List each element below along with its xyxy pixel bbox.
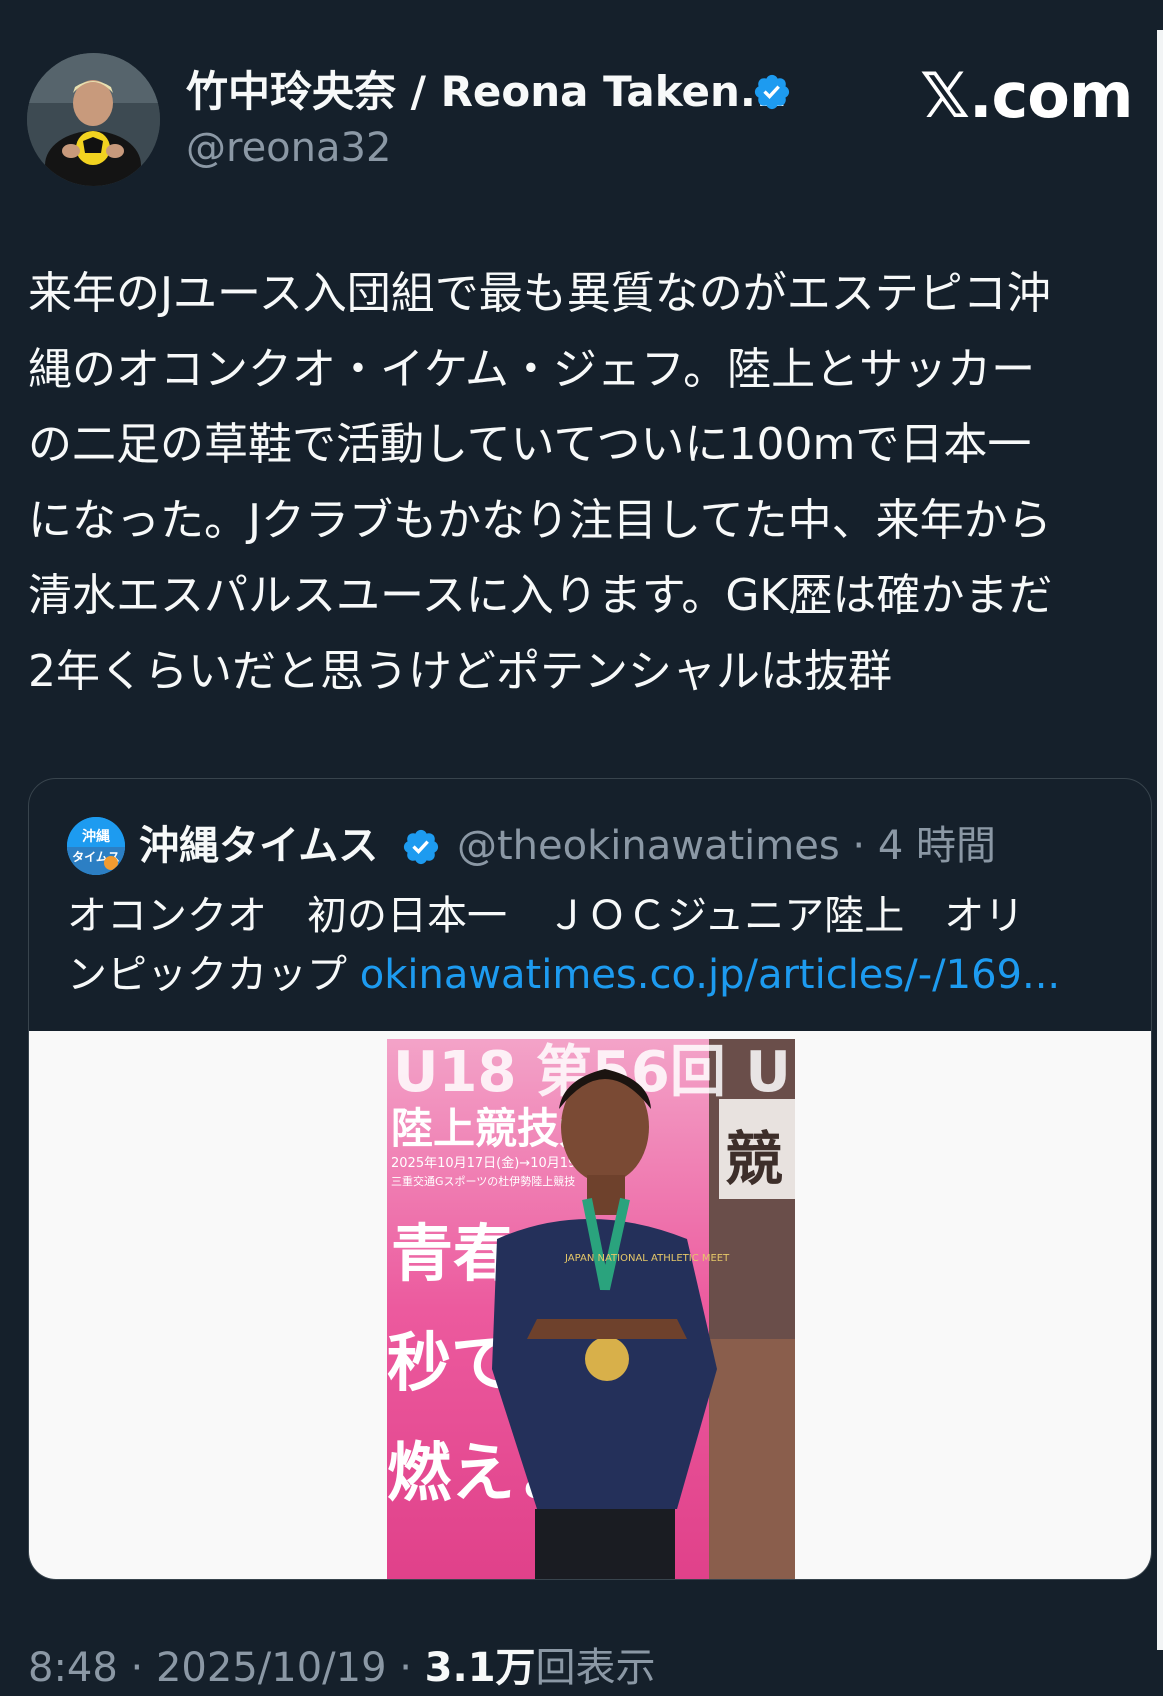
okinawa-times-logo: 沖縄 タイムス: [67, 817, 125, 875]
quote-author-handle-and-time[interactable]: @theokinawatimes · 4 時間: [457, 821, 996, 871]
athlete-photo[interactable]: U18 第56回 U16 陸上競技大会 2025年10月17日(金)→10月19…: [387, 1039, 795, 1579]
tweet-text-line: になった。Jクラブもかなり注目してた中、来年から: [28, 494, 1052, 546]
tweet-text-line: 来年のJユース入団組で最も異質なのがエステピコ沖: [28, 268, 1051, 319]
quote-text: オコンクオ 初の日本一 ＪＯＣジュニア陸上 オリ ンピックカップ okinawa…: [67, 887, 1127, 1005]
tweet-text-line: 縄のオコンクオ・イケム・ジェフ。陸上とサッカー: [28, 343, 1036, 395]
author-display-name[interactable]: 竹中玲央奈 / Reona Taken...: [186, 62, 788, 122]
tweet-text-line: の二足の草鞋で活動していてついに100mで日本一: [28, 419, 1032, 470]
author-handle[interactable]: @reona32: [186, 122, 391, 174]
poster-lettering: 三重交通Gスポーツの杜伊勢陸上競技: [391, 1174, 575, 1188]
tweet-timestamp[interactable]: 8:48 · 2025/10/19 ·: [28, 1645, 425, 1691]
verified-badge-icon: [403, 829, 439, 865]
views-count: 3.1万: [424, 1645, 536, 1691]
tweet-meta: 8:48 · 2025/10/19 · 3.1万回表示: [28, 1640, 656, 1696]
tweet-text-line: 清水エスパルスユースに入ります。GK歴は確かまだ: [28, 570, 1053, 621]
sign-lettering: 競: [725, 1125, 783, 1193]
logo-lettering: 沖縄: [82, 828, 110, 845]
quote-author-name[interactable]: 沖縄タイムス: [139, 821, 378, 871]
views-label: 回表示: [535, 1645, 656, 1691]
tweet-text-line: 2年くらいだと思うけどポテンシャルは抜群: [28, 645, 892, 697]
photo-image: U18 第56回 U16 陸上競技大会 2025年10月17日(金)→10月19…: [387, 1039, 795, 1579]
tweet-card: 竹中玲央奈 / Reona Taken... @reona32 𝕏.com 来年…: [0, 0, 1163, 1691]
poster-lettering: 2025年10月17日(金)→10月19: [391, 1155, 576, 1171]
quote-media[interactable]: U18 第56回 U16 陸上競技大会 2025年10月17日(金)→10月19…: [29, 1031, 1151, 1579]
background-edge: [1157, 30, 1163, 1650]
quote-text-line: ンピックカップ okinawatimes.co.jp/articles/-/16…: [67, 946, 1127, 1005]
avatar-image: [27, 53, 160, 186]
quote-text-line: オコンクオ 初の日本一 ＪＯＣジュニア陸上 オリ: [67, 893, 1025, 939]
quote-text-prefix: ンピックカップ: [67, 952, 360, 998]
verified-badge-icon: [754, 74, 790, 110]
shirt-lettering: JAPAN NATIONAL ATHLETIC MEET: [564, 1253, 730, 1264]
quote-author-avatar[interactable]: 沖縄 タイムス: [67, 817, 125, 875]
x-com-logo: 𝕏.com: [920, 59, 1133, 132]
tweet-text: 来年のJユース入団組で最も異質なのがエステピコ沖 縄のオコンクオ・イケム・ジェフ…: [28, 256, 1148, 709]
article-link[interactable]: okinawatimes.co.jp/articles/-/169...: [360, 952, 1060, 998]
author-avatar[interactable]: [27, 53, 160, 186]
quoted-tweet[interactable]: 沖縄 タイムス 沖縄タイムス @theokinawatimes · 4 時間 オ…: [28, 778, 1152, 1580]
